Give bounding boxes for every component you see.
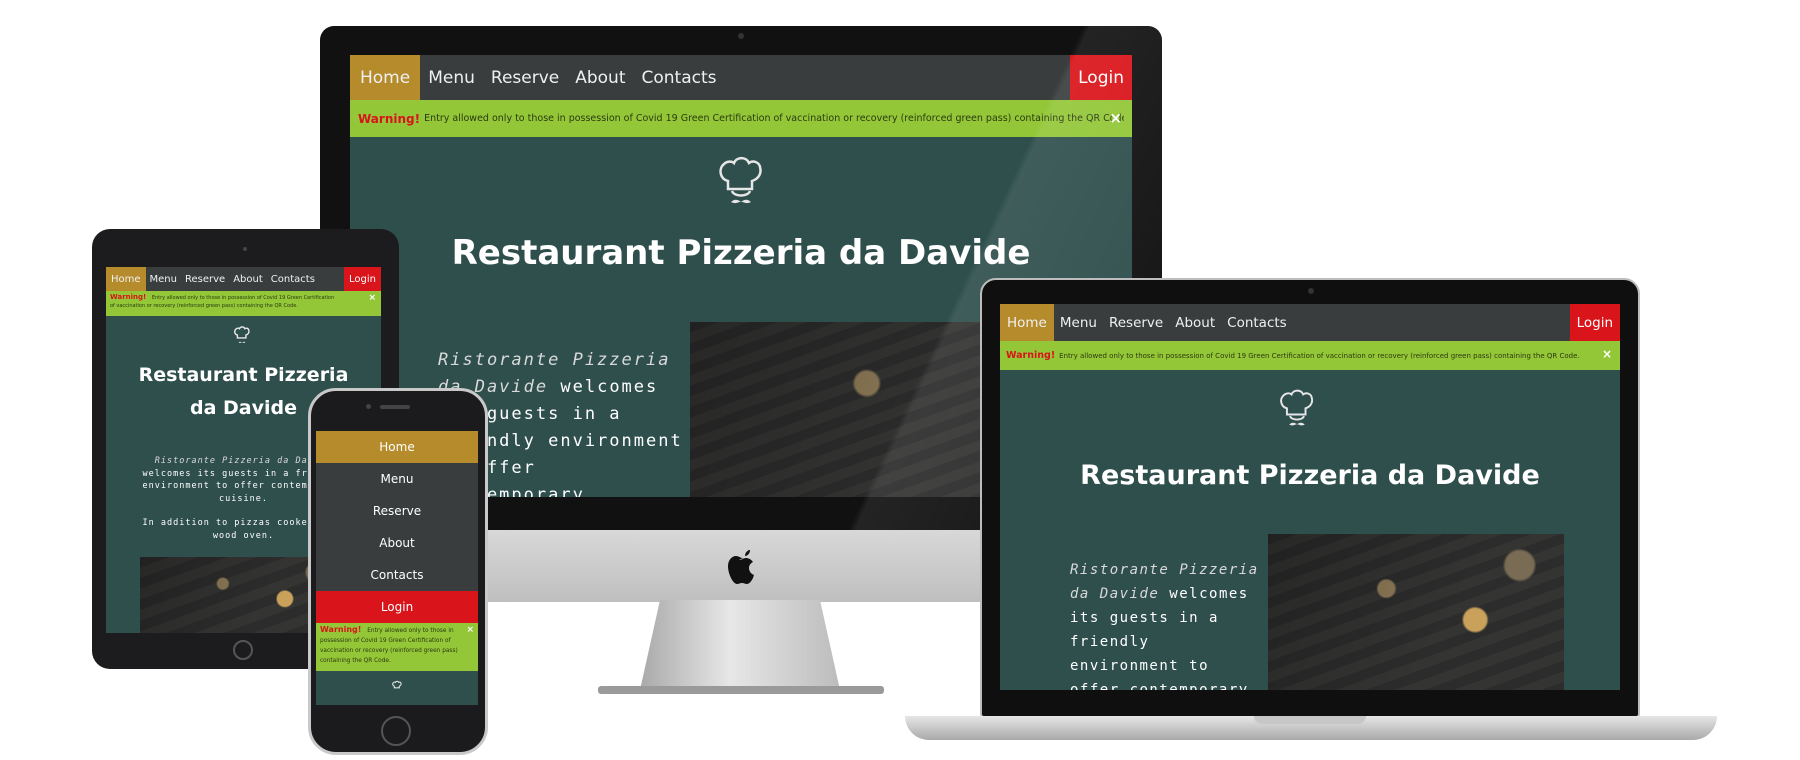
imac-stand-base: [598, 686, 884, 694]
nav-home[interactable]: Home: [106, 267, 146, 291]
warning-text-a: Entry allowed only to those in possessio…: [151, 295, 335, 301]
iphone-camera: [366, 404, 371, 409]
chef-hat-icon: [392, 680, 402, 689]
nav-reserve[interactable]: Reserve: [1103, 304, 1169, 341]
nav-contacts[interactable]: Contacts: [267, 267, 319, 291]
nav-bar: Home Menu Reserve About Contacts Login: [1000, 304, 1620, 341]
imac-camera: [738, 33, 744, 39]
macbook-notch: [1254, 716, 1366, 724]
nav-contacts[interactable]: Contacts: [316, 559, 478, 591]
warning-banner: Warning! Entry allowed only to those in …: [1000, 341, 1620, 370]
iphone-screen: Home Menu Reserve About Contacts Login W…: [316, 431, 478, 705]
macbook-screen: Home Menu Reserve About Contacts Login W…: [1000, 304, 1620, 690]
nav-login-button[interactable]: Login: [316, 591, 478, 623]
nav-bar: Home Menu Reserve About Contacts Login: [106, 267, 381, 291]
page-title: Restaurant Pizzeria da Davide: [1080, 460, 1540, 491]
nav-about[interactable]: About: [316, 527, 478, 559]
ipad-camera: [243, 247, 247, 251]
chef-hat-icon: [234, 326, 250, 343]
warning-text-b: of vaccination or recovery (reinforced g…: [110, 303, 298, 309]
nav-about[interactable]: About: [229, 267, 267, 291]
intro-text: Ristorante Pizzeria da Davide welcomes i…: [1070, 558, 1265, 690]
warning-line-1: Warning! Entry allowed only to those in …: [110, 293, 360, 302]
nav-contacts[interactable]: Contacts: [634, 55, 725, 100]
nav-menu[interactable]: Menu: [146, 267, 181, 291]
apple-logo-icon: [728, 550, 754, 584]
nav-menu[interactable]: Menu: [316, 463, 478, 495]
close-icon[interactable]: ×: [368, 294, 376, 303]
nav-home[interactable]: Home: [1000, 304, 1054, 341]
nav-bar: Home Menu Reserve About Contacts Login: [350, 55, 1132, 100]
nav-about[interactable]: About: [1169, 304, 1221, 341]
warning-label: Warning!: [110, 293, 147, 301]
iphone-speaker: [380, 405, 410, 409]
macbook-camera: [1308, 288, 1314, 294]
chef-hat-icon: [719, 156, 762, 204]
device-mockup-stage: Home Menu Reserve About Contacts Login W…: [0, 0, 1800, 760]
nav-reserve[interactable]: Reserve: [483, 55, 567, 100]
warning-label: Warning!: [1006, 350, 1056, 361]
page-title: Restaurant Pizzeria da Davide: [451, 233, 1031, 273]
nav-menu[interactable]: Menu: [420, 55, 483, 100]
close-icon[interactable]: ×: [1602, 347, 1612, 361]
nav-reserve[interactable]: Reserve: [316, 495, 478, 527]
warning-banner: Warning! Entry allowed only to those in …: [316, 623, 478, 671]
nav-login-button[interactable]: Login: [1070, 55, 1132, 100]
mobile-nav: Home Menu Reserve About Contacts Login: [316, 431, 478, 623]
warning-label: Warning!: [358, 111, 421, 126]
ipad-home-button: [233, 640, 253, 660]
warning-banner: Warning! Entry allowed only to those in …: [106, 291, 381, 316]
nav-about[interactable]: About: [567, 55, 633, 100]
nav-reserve[interactable]: Reserve: [181, 267, 229, 291]
nav-home[interactable]: Home: [316, 431, 478, 463]
chef-hat-icon: [1280, 389, 1314, 426]
imac-stand: [640, 600, 840, 690]
nav-home[interactable]: Home: [350, 55, 421, 100]
warning-text: Entry allowed only to those in possessio…: [1059, 351, 1580, 360]
warning-label: Warning!: [320, 625, 362, 634]
warning-banner: Warning! Entry allowed only to those in …: [350, 100, 1132, 137]
nav-login-button[interactable]: Login: [344, 267, 381, 291]
restaurant-photo: [1268, 534, 1564, 690]
warning-text: Entry allowed only to those in possessio…: [424, 113, 1125, 124]
nav-menu[interactable]: Menu: [1054, 304, 1103, 341]
close-icon[interactable]: ×: [1109, 109, 1122, 127]
close-icon[interactable]: ×: [466, 625, 474, 635]
nav-contacts[interactable]: Contacts: [1221, 304, 1293, 341]
nav-login-button[interactable]: Login: [1569, 304, 1620, 341]
intro-restaurant-name: Ristorante Pizzeria da Davide: [154, 456, 333, 466]
iphone-home-button: [381, 716, 411, 746]
